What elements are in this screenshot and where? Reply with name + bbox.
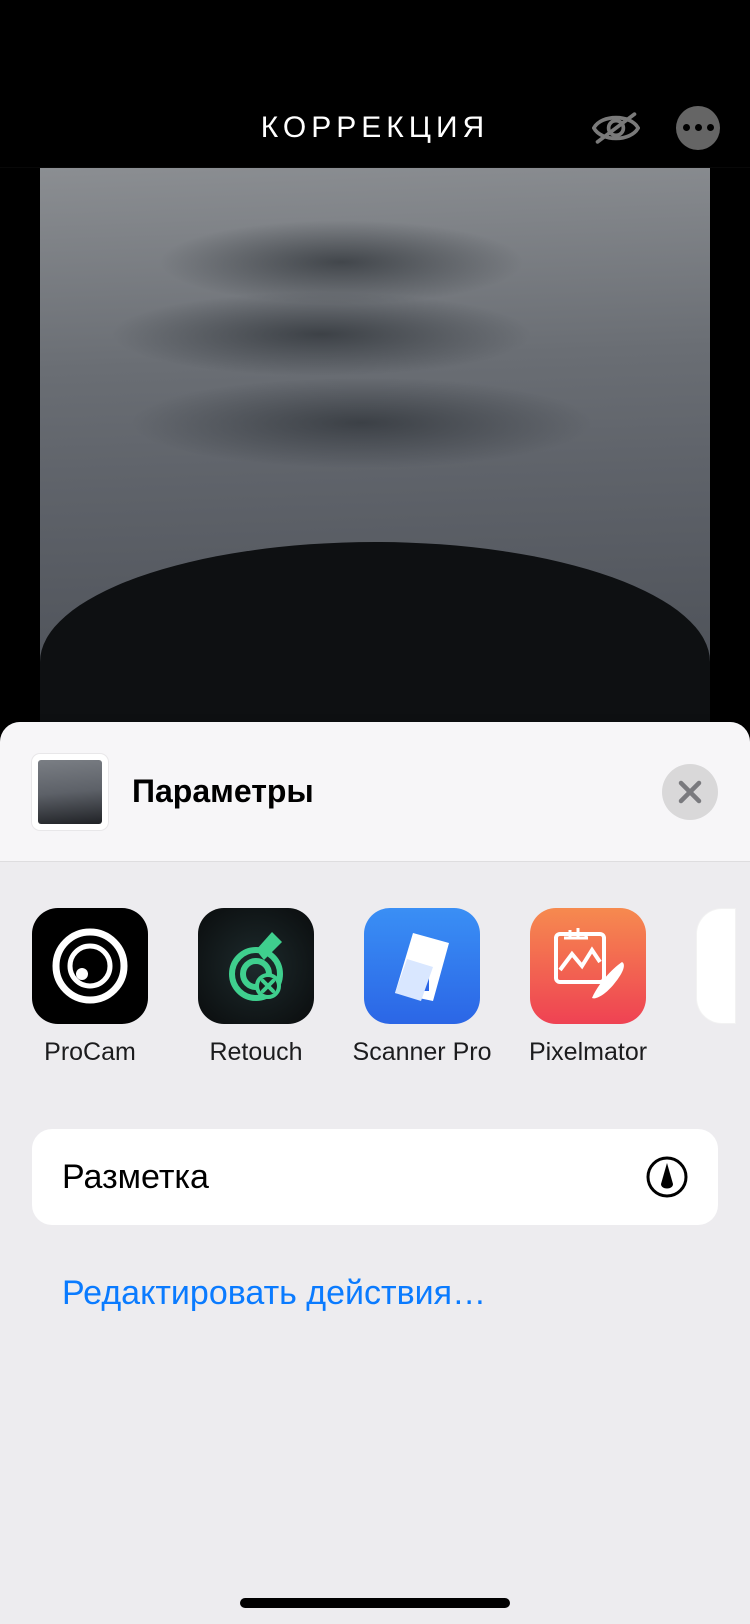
app-label: Scanner Pro bbox=[353, 1038, 492, 1067]
sheet-thumbnail bbox=[32, 754, 108, 830]
app-item-more[interactable] bbox=[696, 908, 736, 1067]
markup-label: Разметка bbox=[62, 1158, 209, 1197]
markup-icon bbox=[646, 1156, 688, 1198]
retouch-icon bbox=[198, 908, 314, 1024]
app-label: Retouch bbox=[209, 1038, 302, 1067]
markup-action[interactable]: Разметка bbox=[32, 1129, 718, 1225]
header-actions bbox=[592, 104, 720, 152]
edit-actions-label: Редактировать действия… bbox=[62, 1274, 486, 1313]
preview-toggle-button[interactable] bbox=[592, 104, 640, 152]
pixelmator-icon bbox=[530, 908, 646, 1024]
status-bar bbox=[0, 0, 750, 88]
eye-off-icon bbox=[592, 109, 640, 147]
app-item-scanner-pro[interactable]: Scanner Pro bbox=[364, 908, 480, 1067]
photo-preview-area bbox=[0, 168, 750, 722]
more-icon bbox=[683, 124, 714, 131]
sheet-title: Параметры bbox=[132, 773, 314, 810]
app-item-procam[interactable]: ProCam bbox=[32, 908, 148, 1067]
actions-list: Разметка bbox=[32, 1129, 718, 1225]
more-button[interactable] bbox=[676, 106, 720, 150]
photo-preview[interactable] bbox=[40, 168, 710, 722]
app-label: Pixelmator bbox=[529, 1038, 647, 1067]
more-apps-icon bbox=[696, 908, 736, 1024]
procam-icon bbox=[32, 908, 148, 1024]
scanner-pro-icon bbox=[364, 908, 480, 1024]
app-label: ProCam bbox=[44, 1038, 136, 1067]
share-sheet: Параметры ProCam bbox=[0, 722, 750, 1624]
app-extension-row[interactable]: ProCam Retouch bbox=[0, 862, 750, 1067]
sheet-header: Параметры bbox=[0, 722, 750, 862]
edit-actions-button[interactable]: Редактировать действия… bbox=[32, 1263, 718, 1323]
editor-header: КОРРЕКЦИЯ bbox=[0, 88, 750, 168]
close-button[interactable] bbox=[662, 764, 718, 820]
home-indicator[interactable] bbox=[240, 1598, 510, 1608]
header-title: КОРРЕКЦИЯ bbox=[261, 111, 489, 145]
close-icon bbox=[678, 780, 702, 804]
app-item-pixelmator[interactable]: Pixelmator bbox=[530, 908, 646, 1067]
app-item-retouch[interactable]: Retouch bbox=[198, 908, 314, 1067]
